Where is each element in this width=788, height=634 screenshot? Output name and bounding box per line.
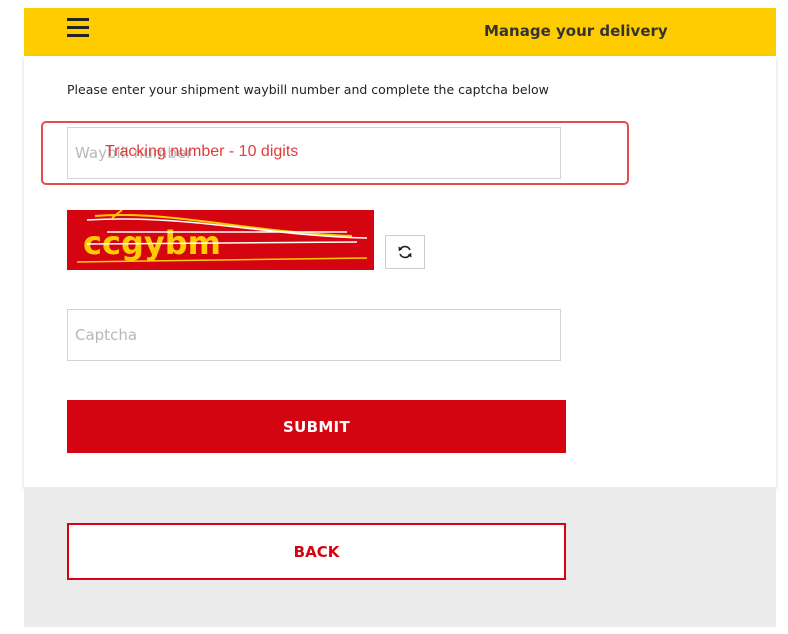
captcha-input[interactable] [67,309,561,361]
refresh-icon [398,245,412,259]
page-title: Manage your delivery [484,22,668,40]
captcha-image: ccgybm [67,210,374,270]
back-button[interactable]: BACK [67,523,566,580]
lower-section: BACK [24,487,776,627]
captcha-refresh-button[interactable] [385,235,425,269]
app-header: Manage your delivery [24,8,776,56]
annotation-label: Tracking number - 10 digits [105,143,299,160]
submit-button[interactable]: SUBMIT [67,400,566,453]
tracking-form-panel: Please enter your shipment waybill numbe… [24,56,776,487]
hamburger-menu-icon[interactable] [67,18,89,38]
form-instructions: Please enter your shipment waybill numbe… [67,82,549,97]
